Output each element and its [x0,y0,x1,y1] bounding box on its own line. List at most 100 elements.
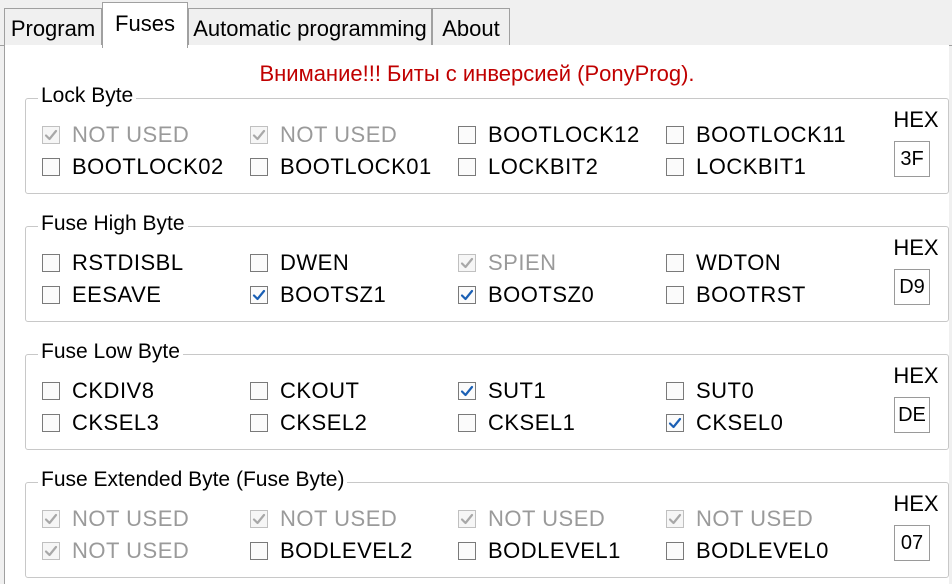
checkmark-icon [42,542,60,560]
fuse-bit-label: NOT USED [72,122,190,147]
fuse-bit-label: SUT1 [488,378,547,403]
fuse-bit-label: NOT USED [280,506,398,531]
fuse-bit-checkbox[interactable]: CKDIV8 [42,378,154,403]
fuse-bit-checkbox[interactable]: CKSEL2 [250,410,368,435]
checkbox-box[interactable] [42,382,60,400]
checkbox-box[interactable] [458,158,476,176]
checkmark-icon [666,510,684,528]
fuse-bit-label: NOT USED [488,506,606,531]
fuse-bit-label: CKSEL3 [72,410,160,435]
fuse-bit-checkbox[interactable]: BOOTLOCK02 [42,154,224,179]
checkbox-box[interactable] [458,414,476,432]
fuse-bit-label: BOOTSZ0 [488,282,595,307]
fuse-bit-checkbox[interactable]: SUT0 [666,378,755,403]
hex-value-box: 07 [894,525,930,561]
fuse-bit-checkbox[interactable]: BOOTLOCK12 [458,122,640,147]
fuse-bit-label: CKSEL0 [696,410,784,435]
checkbox-box[interactable] [458,542,476,560]
fuse-bit-checkbox: NOT USED [42,538,189,563]
checkbox-box[interactable] [250,542,268,560]
fuse-bit-label: CKOUT [280,378,360,403]
checkbox-box[interactable] [250,158,268,176]
checkbox-box[interactable] [666,286,684,304]
fuse-bit-checkbox[interactable]: BOOTSZ1 [250,282,386,307]
fuse-bit-label: CKSEL1 [488,410,576,435]
fuse-bit-checkbox[interactable]: BOOTLOCK11 [666,122,847,147]
group-title: Fuse Extended Byte (Fuse Byte) [38,467,348,493]
fuse-bit-label: NOT USED [72,506,190,531]
tab-automatic-programming[interactable]: Automatic programming [188,8,432,46]
checkbox-box[interactable] [666,254,684,272]
checkbox-box[interactable] [458,126,476,144]
group-title: Fuse Low Byte [38,339,183,365]
checkmark-icon[interactable] [666,414,684,432]
fuse-bit-checkbox[interactable]: BOOTLOCK01 [250,154,432,179]
checkbox-box[interactable] [666,126,684,144]
fuse-bit-checkbox[interactable]: BOOTSZ0 [458,282,595,307]
fuse-bit-checkbox[interactable]: DWEN [250,250,349,275]
fuse-bit-checkbox[interactable]: BODLEVEL1 [458,538,621,563]
fuse-bit-label: WDTON [696,250,782,275]
fuse-bit-label: BOOTLOCK01 [280,154,432,179]
checkbox-box[interactable] [666,542,684,560]
fuse-bit-checkbox[interactable]: LOCKBIT2 [458,154,599,179]
fuse-bit-checkbox[interactable]: SUT1 [458,378,547,403]
tab-about[interactable]: About [432,8,510,46]
fuse-bit-checkbox[interactable]: CKSEL0 [666,410,784,435]
tab-bar: Program Fuses Automatic programming Abou… [0,0,952,48]
checkbox-box[interactable] [250,382,268,400]
checkbox-box[interactable] [42,414,60,432]
tab-fuses[interactable]: Fuses [102,2,188,48]
checkmark-icon[interactable] [458,286,476,304]
fuse-bit-label: NOT USED [280,122,398,147]
fuse-bit-checkbox[interactable]: EESAVE [42,282,162,307]
group-title: Fuse High Byte [38,211,188,237]
fuse-bit-label: BOOTLOCK12 [488,122,640,147]
fuse-bit-checkbox[interactable]: CKSEL3 [42,410,160,435]
hex-label: HEX [893,107,939,132]
checkbox-box[interactable] [42,254,60,272]
hex-value-box: D9 [894,269,930,305]
hex-label: HEX [893,491,939,516]
fuse-bit-checkbox[interactable]: CKSEL1 [458,410,576,435]
fuse-bit-checkbox[interactable]: CKOUT [250,378,360,403]
fuse-bit-checkbox[interactable]: BODLEVEL2 [250,538,413,563]
checkbox-box[interactable] [666,382,684,400]
checkmark-icon [458,510,476,528]
checkbox-box[interactable] [42,158,60,176]
fuse-bit-checkbox[interactable]: RSTDISBL [42,250,184,275]
fuse-bit-label: BODLEVEL1 [488,538,621,563]
group-title: Lock Byte [38,83,137,109]
fuse-bit-label: RSTDISBL [72,250,184,275]
tab-program[interactable]: Program [4,8,102,46]
checkbox-box[interactable] [250,254,268,272]
fuse-bit-label: BOOTLOCK11 [696,122,847,147]
checkmark-icon[interactable] [250,286,268,304]
fuse-bit-checkbox: NOT USED [250,122,398,147]
fuse-bit-label: SUT0 [696,378,755,403]
checkmark-icon[interactable] [458,382,476,400]
fuse-bit-checkbox: NOT USED [42,122,190,147]
fuse-bit-label: EESAVE [72,282,162,307]
fuse-bit-checkbox: NOT USED [250,506,398,531]
fuse-bit-label: BOOTRST [696,282,806,307]
hex-value-box: DE [894,397,930,433]
fuses-panel: Внимание!!! Биты с инверсией (PonyProg).… [4,45,949,584]
group-fuse-extended-byte: Fuse Extended Byte (Fuse Byte) HEX 07 NO… [25,467,949,578]
checkbox-box[interactable] [666,158,684,176]
fuse-bit-checkbox[interactable]: LOCKBIT1 [666,154,807,179]
fuse-bit-label: LOCKBIT1 [696,154,807,179]
group-fuse-low-byte: Fuse Low Byte HEX DE CKDIV8 CKOUT SUT1 SUT0… [25,339,949,450]
fuse-bit-checkbox: NOT USED [42,506,190,531]
fuse-bit-checkbox[interactable]: BOOTRST [666,282,806,307]
fuse-bit-label: BODLEVEL2 [280,538,413,563]
fuse-bit-label: LOCKBIT2 [488,154,599,179]
checkbox-box[interactable] [42,286,60,304]
checkmark-icon [42,510,60,528]
fuse-bit-label: BODLEVEL0 [696,538,829,563]
fuse-bit-checkbox[interactable]: BODLEVEL0 [666,538,829,563]
fuse-bit-label: NOT USED [696,506,814,531]
checkbox-box[interactable] [250,414,268,432]
fuse-bit-checkbox[interactable]: WDTON [666,250,782,275]
fuse-bit-label: CKSEL2 [280,410,368,435]
